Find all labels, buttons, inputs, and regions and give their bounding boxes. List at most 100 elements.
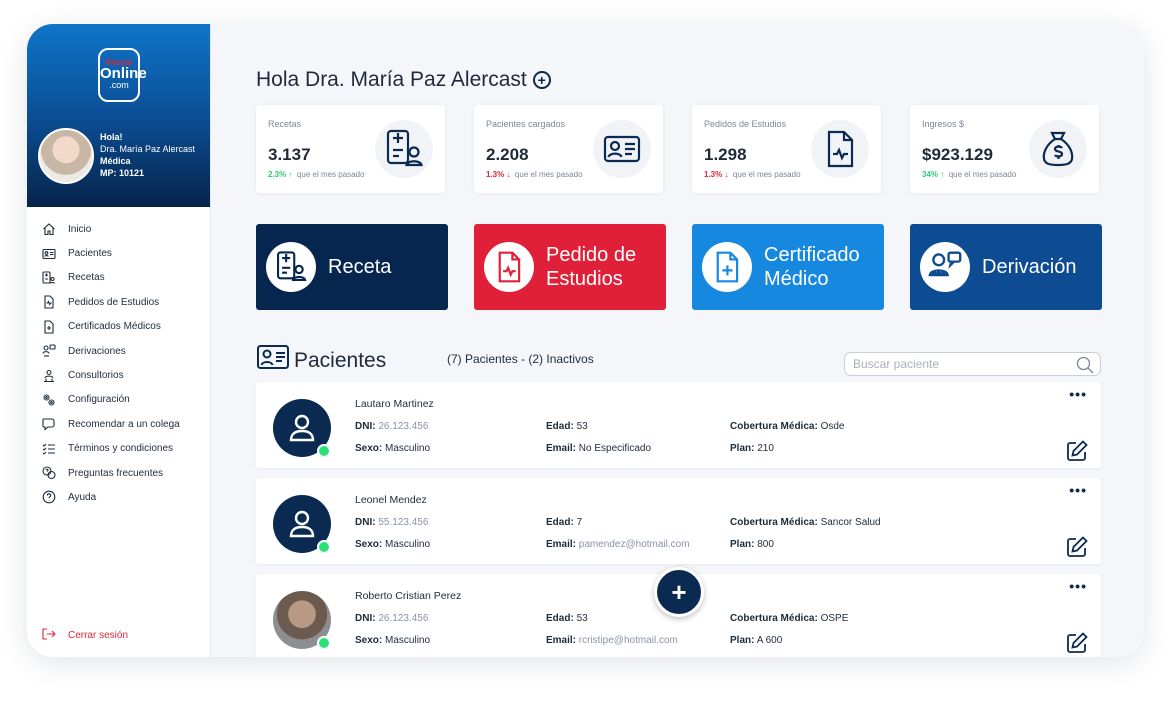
sidebar-item-recetas[interactable]: Recetas <box>27 266 211 290</box>
sidebar-item-label: Preguntas frecuentes <box>68 467 164 479</box>
user-mp: MP: 10121 <box>100 168 145 178</box>
sidebar-item-pedidos[interactable]: Pedidos de Estudios <box>27 290 211 314</box>
patient-plan: Plan: 800 <box>730 539 774 550</box>
patient-name[interactable]: Lautaro Martinez <box>355 398 434 410</box>
id-card-icon <box>256 344 290 378</box>
email-value: pamendez@hotmail.com <box>578 539 690 550</box>
arrow-down-icon: ↓ <box>506 170 511 179</box>
prescription-icon <box>42 271 56 285</box>
money-bag-icon <box>1029 120 1087 178</box>
online-status-dot <box>317 540 331 554</box>
sexo-value: Masculino <box>385 539 431 550</box>
action-derivacion-button[interactable]: Derivación <box>910 224 1102 310</box>
logo[interactable]: Receta Online .com <box>98 48 147 102</box>
patient-cobertura: Cobertura Médica: Sancor Salud <box>730 517 881 528</box>
action-pedido-button[interactable]: Pedido de Estudios <box>474 224 666 310</box>
referral-icon <box>920 242 970 292</box>
patient-edad: Edad: 7 <box>546 517 582 528</box>
sexo-label: Sexo: <box>355 443 383 454</box>
logout-button[interactable]: Cerrar sesión <box>42 628 128 643</box>
cobertura-value: OSPE <box>820 613 849 624</box>
dni-label: DNI: <box>355 421 376 432</box>
stat-pct: 1.3% <box>704 170 723 179</box>
prescription-icon <box>375 120 433 178</box>
sidebar-item-ayuda[interactable]: Ayuda <box>27 485 211 509</box>
sidebar-item-inicio[interactable]: Inicio <box>27 217 211 241</box>
patient-dni: DNI: 26.123.456 <box>355 613 428 624</box>
email-label: Email: <box>546 539 577 550</box>
search-input[interactable] <box>853 356 1068 372</box>
patient-dni: DNI: 26.123.456 <box>355 421 428 432</box>
email-value: No Especificado <box>578 443 652 454</box>
sidebar-item-configuracion[interactable]: Configuración <box>27 388 211 412</box>
avatar <box>38 128 94 184</box>
sidebar-item-certificados[interactable]: Certificados Médicos <box>27 315 211 339</box>
more-options-icon[interactable]: ••• <box>1069 482 1087 498</box>
online-status-dot <box>317 444 331 458</box>
referral-icon <box>42 344 56 358</box>
action-label-line1: Pedido de <box>546 244 637 266</box>
patients-section-title: Pacientes <box>256 344 386 378</box>
stat-card-recetas: Recetas 3.137 2.3% ↑ que el mes pasado <box>256 105 445 193</box>
dni-label: DNI: <box>355 517 376 528</box>
sidebar-item-recomendar[interactable]: Recomendar a un colega <box>27 412 211 436</box>
more-options-icon[interactable]: ••• <box>1069 386 1087 402</box>
action-label: Derivación <box>982 255 1076 279</box>
arrow-up-icon: ↑ <box>288 170 293 179</box>
sidebar-item-label: Certificados Médicos <box>68 321 161 333</box>
edit-icon[interactable] <box>1066 632 1088 657</box>
plan-label: Plan: <box>730 539 755 550</box>
chat-icon <box>42 417 56 431</box>
email-label: Email: <box>546 635 577 646</box>
stat-label: Pedidos de Estudios <box>704 119 787 129</box>
cobertura-label: Cobertura Médica: <box>730 421 818 432</box>
edit-icon[interactable] <box>1066 536 1088 563</box>
action-label: Pedido de Estudios <box>546 243 636 291</box>
prescription-icon <box>266 242 316 292</box>
add-patient-fab-button[interactable]: + <box>654 567 704 617</box>
stat-change-text: que el mes pasado <box>296 170 365 179</box>
patient-name[interactable]: Leonel Mendez <box>355 494 427 506</box>
patient-sexo: Sexo: Masculino <box>355 443 430 454</box>
cobertura-label: Cobertura Médica: <box>730 517 818 528</box>
edit-icon[interactable] <box>1066 440 1088 467</box>
sidebar-item-derivaciones[interactable]: Derivaciones <box>27 339 211 363</box>
action-label: Receta <box>328 255 391 279</box>
help-icon <box>42 490 56 504</box>
patient-edad: Edad: 53 <box>546 421 588 432</box>
stat-label: Pacientes cargados <box>486 119 566 129</box>
checklist-icon <box>42 442 56 456</box>
action-certificado-button[interactable]: Certificado Médico <box>692 224 884 310</box>
sidebar-item-consultorios[interactable]: Consultorios <box>27 363 211 387</box>
patient-name[interactable]: Roberto Cristian Perez <box>355 590 461 602</box>
plus-icon: + <box>671 576 687 607</box>
email-value: rcristipe@hotmail.com <box>578 635 678 646</box>
patient-row[interactable]: Lautaro Martinez DNI: 26.123.456 Sexo: M… <box>256 382 1101 468</box>
patients-count: (7) Pacientes - (2) Inactivos <box>447 352 594 366</box>
sidebar-header: Receta Online .com Hola! Dra. María Paz … <box>27 24 210 207</box>
patient-cobertura: Cobertura Médica: OSPE <box>730 613 848 624</box>
plan-value: 210 <box>757 443 774 454</box>
search-icon[interactable] <box>1076 356 1094 379</box>
email-label: Email: <box>546 443 577 454</box>
user-role: Médica <box>100 156 131 166</box>
action-receta-button[interactable]: Receta <box>256 224 448 310</box>
main-content: Hola Dra. María Paz Alercast + Recetas 3… <box>211 24 1144 657</box>
sidebar-item-pacientes[interactable]: Pacientes <box>27 241 211 265</box>
study-icon <box>811 120 869 178</box>
add-circle-icon[interactable]: + <box>532 71 551 89</box>
more-options-icon[interactable]: ••• <box>1069 578 1087 594</box>
sidebar-item-faq[interactable]: Preguntas frecuentes <box>27 461 211 485</box>
stat-card-ingresos: Ingresos $ $923.129 34% ↑ que el mes pas… <box>910 105 1099 193</box>
stat-pct: 2.3% <box>268 170 287 179</box>
cobertura-value: Osde <box>820 421 845 432</box>
study-icon <box>484 242 534 292</box>
logo-line2: Online <box>100 65 147 82</box>
logout-icon <box>42 628 56 643</box>
edad-value: 53 <box>576 421 588 432</box>
sidebar-item-label: Ayuda <box>68 491 97 503</box>
patient-row[interactable]: Leonel Mendez DNI: 55.123.456 Sexo: Masc… <box>256 478 1101 564</box>
id-card-icon <box>42 247 56 261</box>
sidebar-item-label: Pacientes <box>68 248 112 260</box>
sidebar-item-terminos[interactable]: Términos y condiciones <box>27 437 211 461</box>
